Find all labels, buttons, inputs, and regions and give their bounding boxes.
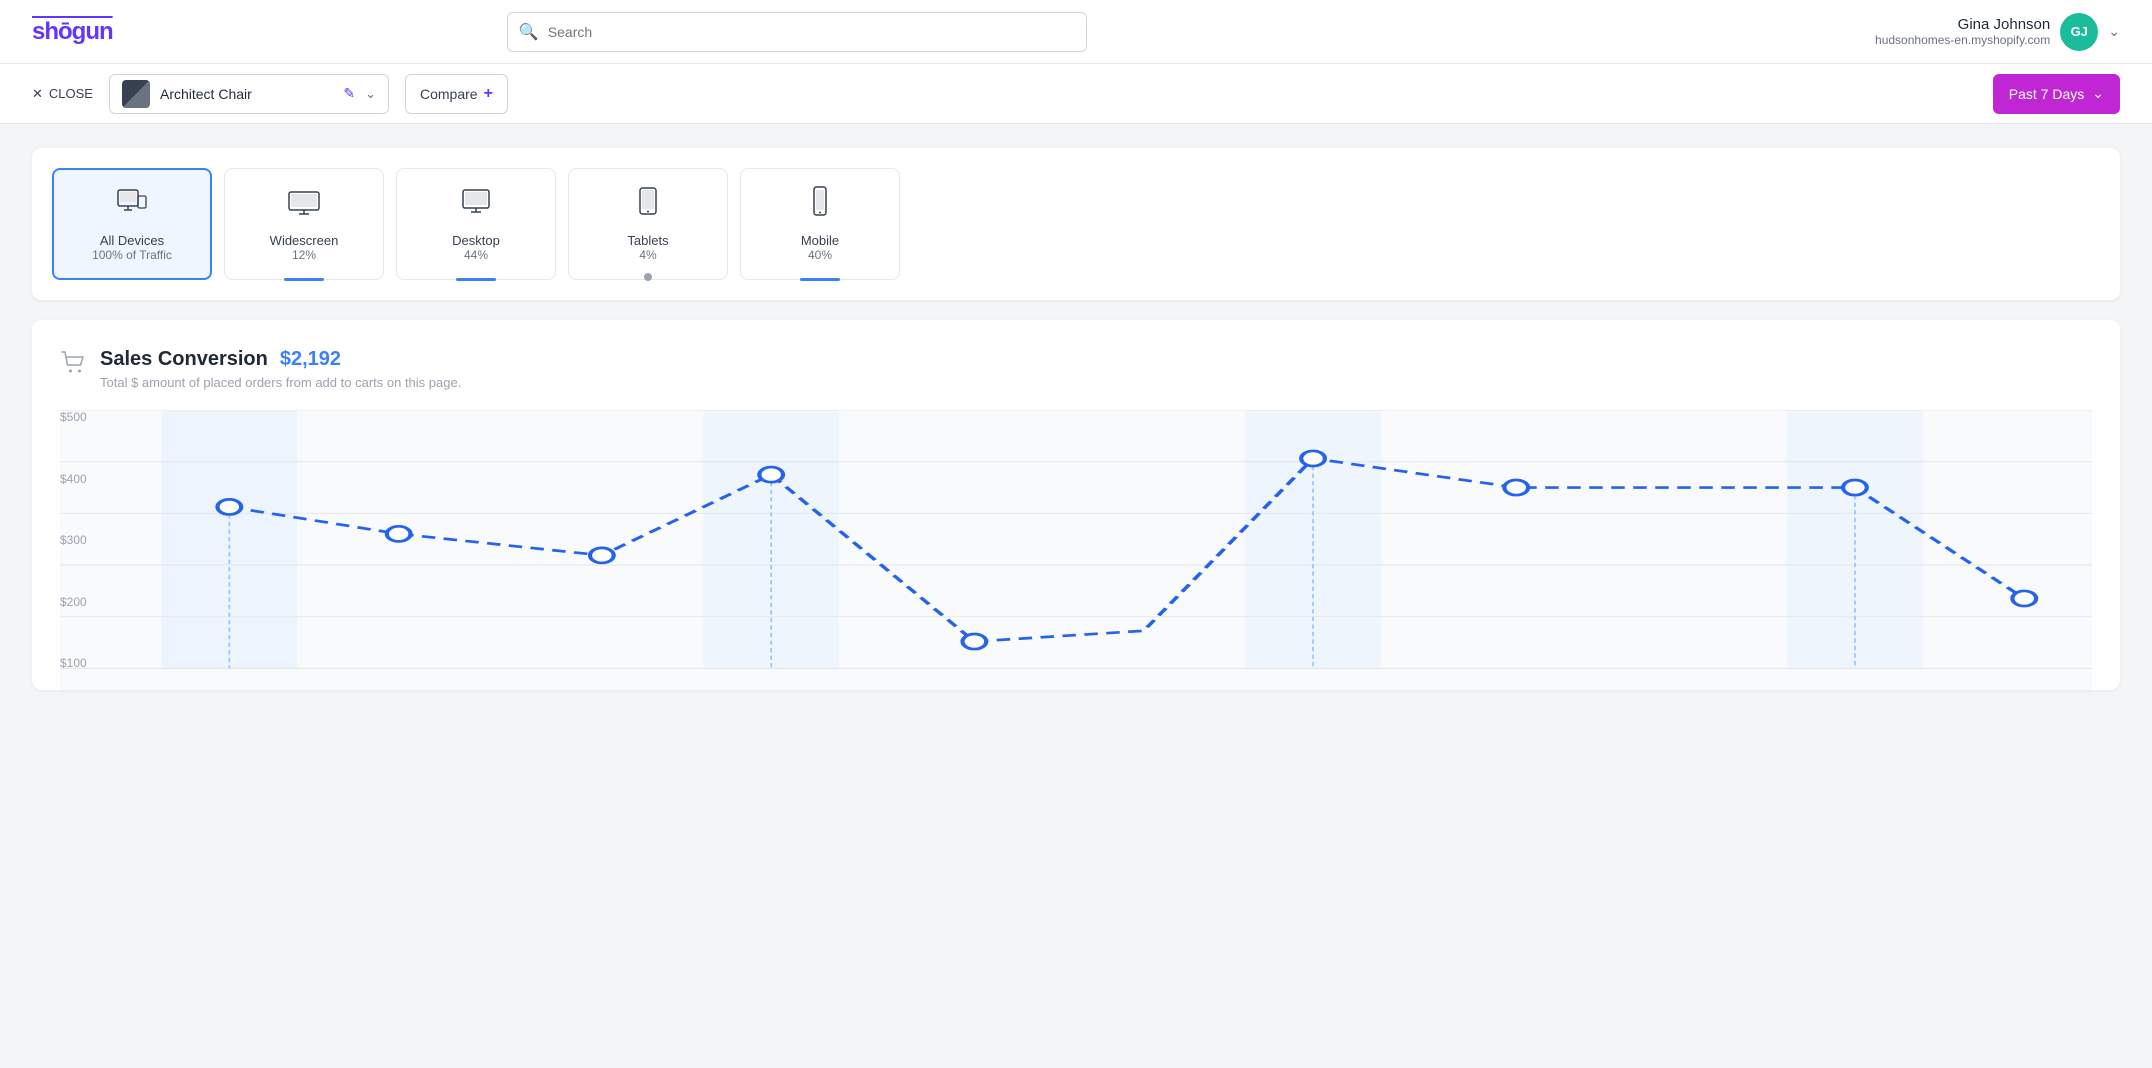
card-title-group: Sales Conversion $2,192 Total $ amount o… bbox=[100, 348, 461, 390]
tablets-dot bbox=[644, 273, 652, 281]
close-icon: ✕ bbox=[32, 86, 43, 102]
mobile-icon bbox=[802, 186, 838, 225]
y-label-300: $300 bbox=[60, 533, 87, 547]
device-tab-all[interactable]: All Devices 100% of Traffic bbox=[52, 168, 212, 280]
page-name-label: Architect Chair bbox=[160, 86, 333, 102]
all-devices-icon bbox=[114, 186, 150, 225]
mobile-bar bbox=[800, 278, 840, 281]
search-icon: 🔍 bbox=[519, 22, 539, 42]
desktop-bar bbox=[456, 278, 496, 281]
date-range-button[interactable]: Past 7 Days ⌄ bbox=[1993, 74, 2120, 114]
mobile-label: Mobile bbox=[801, 233, 839, 248]
analytics-card: Sales Conversion $2,192 Total $ amount o… bbox=[32, 320, 2120, 690]
compare-plus-icon: + bbox=[484, 85, 493, 103]
card-subtitle: Total $ amount of placed orders from add… bbox=[100, 375, 461, 390]
app-logo: shōgun bbox=[32, 18, 113, 46]
y-label-400: $400 bbox=[60, 472, 87, 486]
device-tab-mobile[interactable]: Mobile 40% bbox=[740, 168, 900, 280]
search-input[interactable] bbox=[507, 12, 1087, 52]
main-content: All Devices 100% of Traffic Widescreen 1… bbox=[0, 124, 2152, 714]
user-meta: Gina Johnson hudsonhomes-en.myshopify.co… bbox=[1875, 16, 2050, 47]
widescreen-label: Widescreen bbox=[270, 233, 339, 248]
widescreen-pct: 12% bbox=[292, 248, 316, 262]
all-devices-label: All Devices bbox=[100, 233, 164, 248]
sales-chart bbox=[60, 410, 2092, 690]
card-title-row: Sales Conversion $2,192 bbox=[100, 348, 461, 371]
search-bar-container: 🔍 bbox=[507, 12, 1087, 52]
edit-page-icon[interactable]: ✎ bbox=[343, 85, 355, 102]
page-selector[interactable]: Architect Chair ✎ ⌄ bbox=[109, 74, 389, 114]
tablets-icon bbox=[630, 186, 666, 225]
close-button[interactable]: ✕ CLOSE bbox=[32, 86, 93, 102]
widescreen-bar bbox=[284, 278, 324, 281]
user-shop: hudsonhomes-en.myshopify.com bbox=[1875, 33, 2050, 47]
device-tab-widescreen[interactable]: Widescreen 12% bbox=[224, 168, 384, 280]
date-range-label: Past 7 Days bbox=[2009, 86, 2084, 102]
app-header: shōgun 🔍 Gina Johnson hudsonhomes-en.mys… bbox=[0, 0, 2152, 64]
desktop-pct: 44% bbox=[464, 248, 488, 262]
avatar[interactable]: GJ bbox=[2060, 13, 2098, 51]
toolbar: ✕ CLOSE Architect Chair ✎ ⌄ Compare + Pa… bbox=[0, 64, 2152, 124]
compare-button[interactable]: Compare + bbox=[405, 74, 508, 114]
date-range-chevron-icon: ⌄ bbox=[2092, 85, 2104, 102]
user-name: Gina Johnson bbox=[1875, 16, 2050, 33]
mobile-pct: 40% bbox=[808, 248, 832, 262]
card-value: $2,192 bbox=[280, 348, 341, 371]
device-tab-tablets[interactable]: Tablets 4% bbox=[568, 168, 728, 280]
y-label-200: $200 bbox=[60, 595, 87, 609]
user-section: Gina Johnson hudsonhomes-en.myshopify.co… bbox=[1875, 13, 2120, 51]
user-menu-chevron[interactable]: ⌄ bbox=[2108, 23, 2120, 40]
widescreen-icon bbox=[286, 186, 322, 225]
cart-icon bbox=[60, 350, 86, 383]
device-tabs: All Devices 100% of Traffic Widescreen 1… bbox=[52, 168, 2100, 280]
compare-label: Compare bbox=[420, 86, 478, 102]
chart-area: $500 $400 $300 $200 $100 bbox=[60, 410, 2092, 690]
card-header: Sales Conversion $2,192 Total $ amount o… bbox=[60, 348, 2092, 390]
desktop-label: Desktop bbox=[452, 233, 500, 248]
y-label-100: $100 bbox=[60, 656, 87, 670]
close-label: CLOSE bbox=[49, 86, 93, 101]
y-label-500: $500 bbox=[60, 410, 87, 424]
card-title-text: Sales Conversion bbox=[100, 348, 268, 371]
page-selector-chevron: ⌄ bbox=[365, 86, 376, 102]
device-tab-desktop[interactable]: Desktop 44% bbox=[396, 168, 556, 280]
desktop-icon bbox=[458, 186, 494, 225]
device-tabs-card: All Devices 100% of Traffic Widescreen 1… bbox=[32, 148, 2120, 300]
tablets-pct: 4% bbox=[639, 248, 656, 262]
all-devices-pct: 100% of Traffic bbox=[92, 248, 172, 262]
page-thumbnail bbox=[122, 80, 150, 108]
tablets-label: Tablets bbox=[627, 233, 668, 248]
